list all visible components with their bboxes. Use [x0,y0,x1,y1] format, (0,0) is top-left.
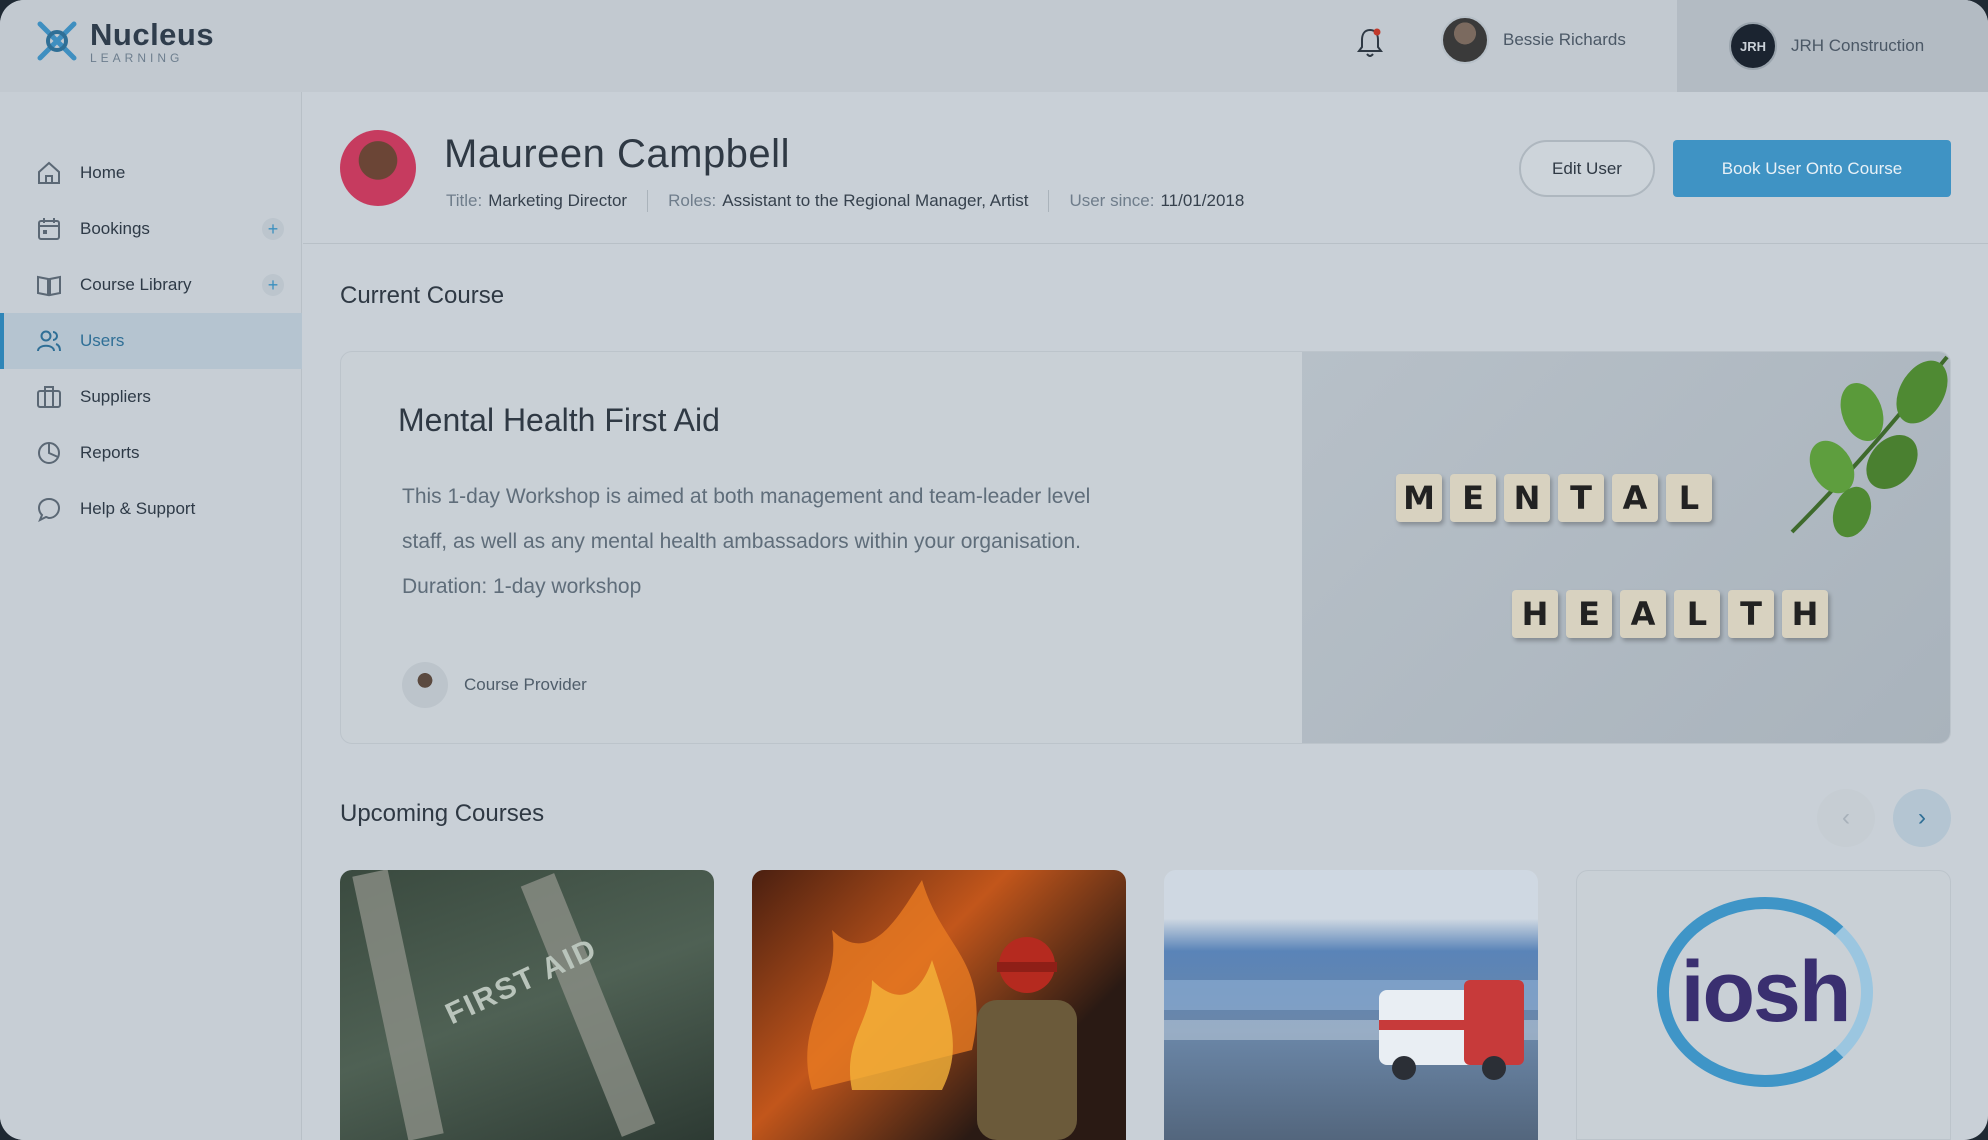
add-course-button[interactable]: + [262,274,284,296]
sidebar-item-course-library[interactable]: Course Library + [0,257,302,313]
company-switcher[interactable]: JRH JRH Construction [1677,0,1988,92]
profile-name: Maureen Campbell [444,132,790,176]
course-description: This 1-day Workshop is aimed at both man… [402,474,1242,609]
letter-tile: A [1620,590,1666,638]
briefcase-icon [36,384,62,410]
upcoming-course-card[interactable] [752,870,1126,1140]
book-icon [36,272,62,298]
brand-subtitle: LEARNING [90,50,184,65]
user-profile-header: Maureen Campbell Title: Marketing Direct… [303,92,1988,244]
meta-divider [1048,190,1050,212]
app-frame: Nucleus LEARNING Bessie Richards JRH JRH… [0,0,1988,1140]
sidebar-item-home[interactable]: Home [0,145,302,201]
iosh-logo-text: iosh [1680,943,1852,1040]
description-line: This 1-day Workshop is aimed at both man… [402,485,1091,508]
current-course-heading: Current Course [340,282,505,309]
ambulance-image [1164,980,1538,1080]
user-since-value: 11/01/2018 [1160,191,1245,210]
profile-meta: Title: Marketing Director Roles: Assista… [446,190,1244,212]
current-user-menu[interactable]: Bessie Richards [1441,16,1626,64]
course-image: M E N T A L H E A L T H [1302,352,1950,743]
leaf-sprig-icon [1790,355,1949,538]
tile-word-health: H E A L T H [1512,590,1828,638]
sidebar-item-label: Users [80,331,125,350]
sidebar-item-label: Course Library [80,275,192,294]
carousel-prev-button[interactable]: ‹ [1817,789,1875,847]
letter-tile: T [1558,474,1604,522]
brand-logo[interactable]: Nucleus LEARNING [34,18,214,64]
letter-tile: H [1512,590,1558,638]
course-title: Mental Health First Aid [398,402,720,438]
roles-value: Assistant to the Regional Manager, Artis… [722,191,1029,210]
sidebar-item-help-support[interactable]: Help & Support [0,481,302,537]
pie-chart-icon [36,440,62,466]
user-avatar [1441,16,1489,64]
title-value: Marketing Director [488,191,628,210]
letter-tile: E [1450,474,1496,522]
main-content: Maureen Campbell Title: Marketing Direct… [303,92,1988,1140]
company-name: JRH Construction [1791,36,1925,55]
sidebar-item-label: Reports [80,443,140,462]
sidebar-item-label: Home [80,163,126,182]
sidebar-item-suppliers[interactable]: Suppliers [0,369,302,425]
provider-avatar [402,662,448,708]
letter-tile: H [1782,590,1828,638]
users-icon [36,328,62,354]
sidebar: Home Bookings + Course Library + Users S… [0,92,302,1140]
course-duration: Duration: 1-day workshop [402,575,642,598]
add-booking-button[interactable]: + [262,218,284,240]
upcoming-courses-heading: Upcoming Courses [340,800,545,827]
sidebar-item-bookings[interactable]: Bookings + [0,201,302,257]
firefighter-image [807,880,1077,1140]
course-provider[interactable]: Course Provider [402,662,587,708]
book-user-onto-course-button[interactable]: Book User Onto Course [1673,140,1951,197]
upcoming-course-card[interactable]: iosh [1576,870,1951,1140]
current-course-card[interactable]: Mental Health First Aid This 1-day Works… [340,351,1951,744]
calendar-icon [36,216,62,242]
top-bar: Nucleus LEARNING Bessie Richards JRH JRH… [0,0,1988,92]
letter-tile: L [1674,590,1720,638]
provider-label: Course Provider [464,675,587,694]
edit-user-button[interactable]: Edit User [1519,140,1655,197]
letter-tile: N [1504,474,1550,522]
letter-tile: A [1612,474,1658,522]
title-label: Title: [446,191,483,210]
sidebar-item-users[interactable]: Users [0,313,302,369]
description-line: staff, as well as any mental health amba… [402,530,1081,553]
user-since-label: User since: [1069,191,1155,210]
bag-strap [352,870,444,1140]
user-name: Bessie Richards [1503,30,1626,49]
iosh-logo: iosh [1657,897,1873,1087]
letter-tile: T [1728,590,1774,638]
bag-strap [520,873,656,1137]
roles-label: Roles: [668,191,717,210]
upcoming-course-card[interactable]: FIRST AID [340,870,714,1140]
nucleus-logo-icon [37,21,77,61]
tile-word-mental: M E N T A L [1396,474,1712,522]
home-icon [36,160,62,186]
letter-tile: L [1666,474,1712,522]
upcoming-course-card[interactable] [1164,870,1538,1140]
carousel-next-button[interactable]: › [1893,789,1951,847]
sidebar-item-reports[interactable]: Reports [0,425,302,481]
sidebar-item-label: Bookings [80,219,150,238]
letter-tile: M [1396,474,1442,522]
chat-bubble-icon [36,496,62,522]
sidebar-item-label: Suppliers [80,387,151,406]
company-logo: JRH [1729,22,1777,70]
notification-bell-icon[interactable] [1355,26,1385,60]
letter-tile: E [1566,590,1612,638]
sidebar-item-label: Help & Support [80,499,196,518]
brand-name: Nucleus [90,16,215,52]
profile-avatar [340,130,416,206]
meta-divider [647,190,649,212]
